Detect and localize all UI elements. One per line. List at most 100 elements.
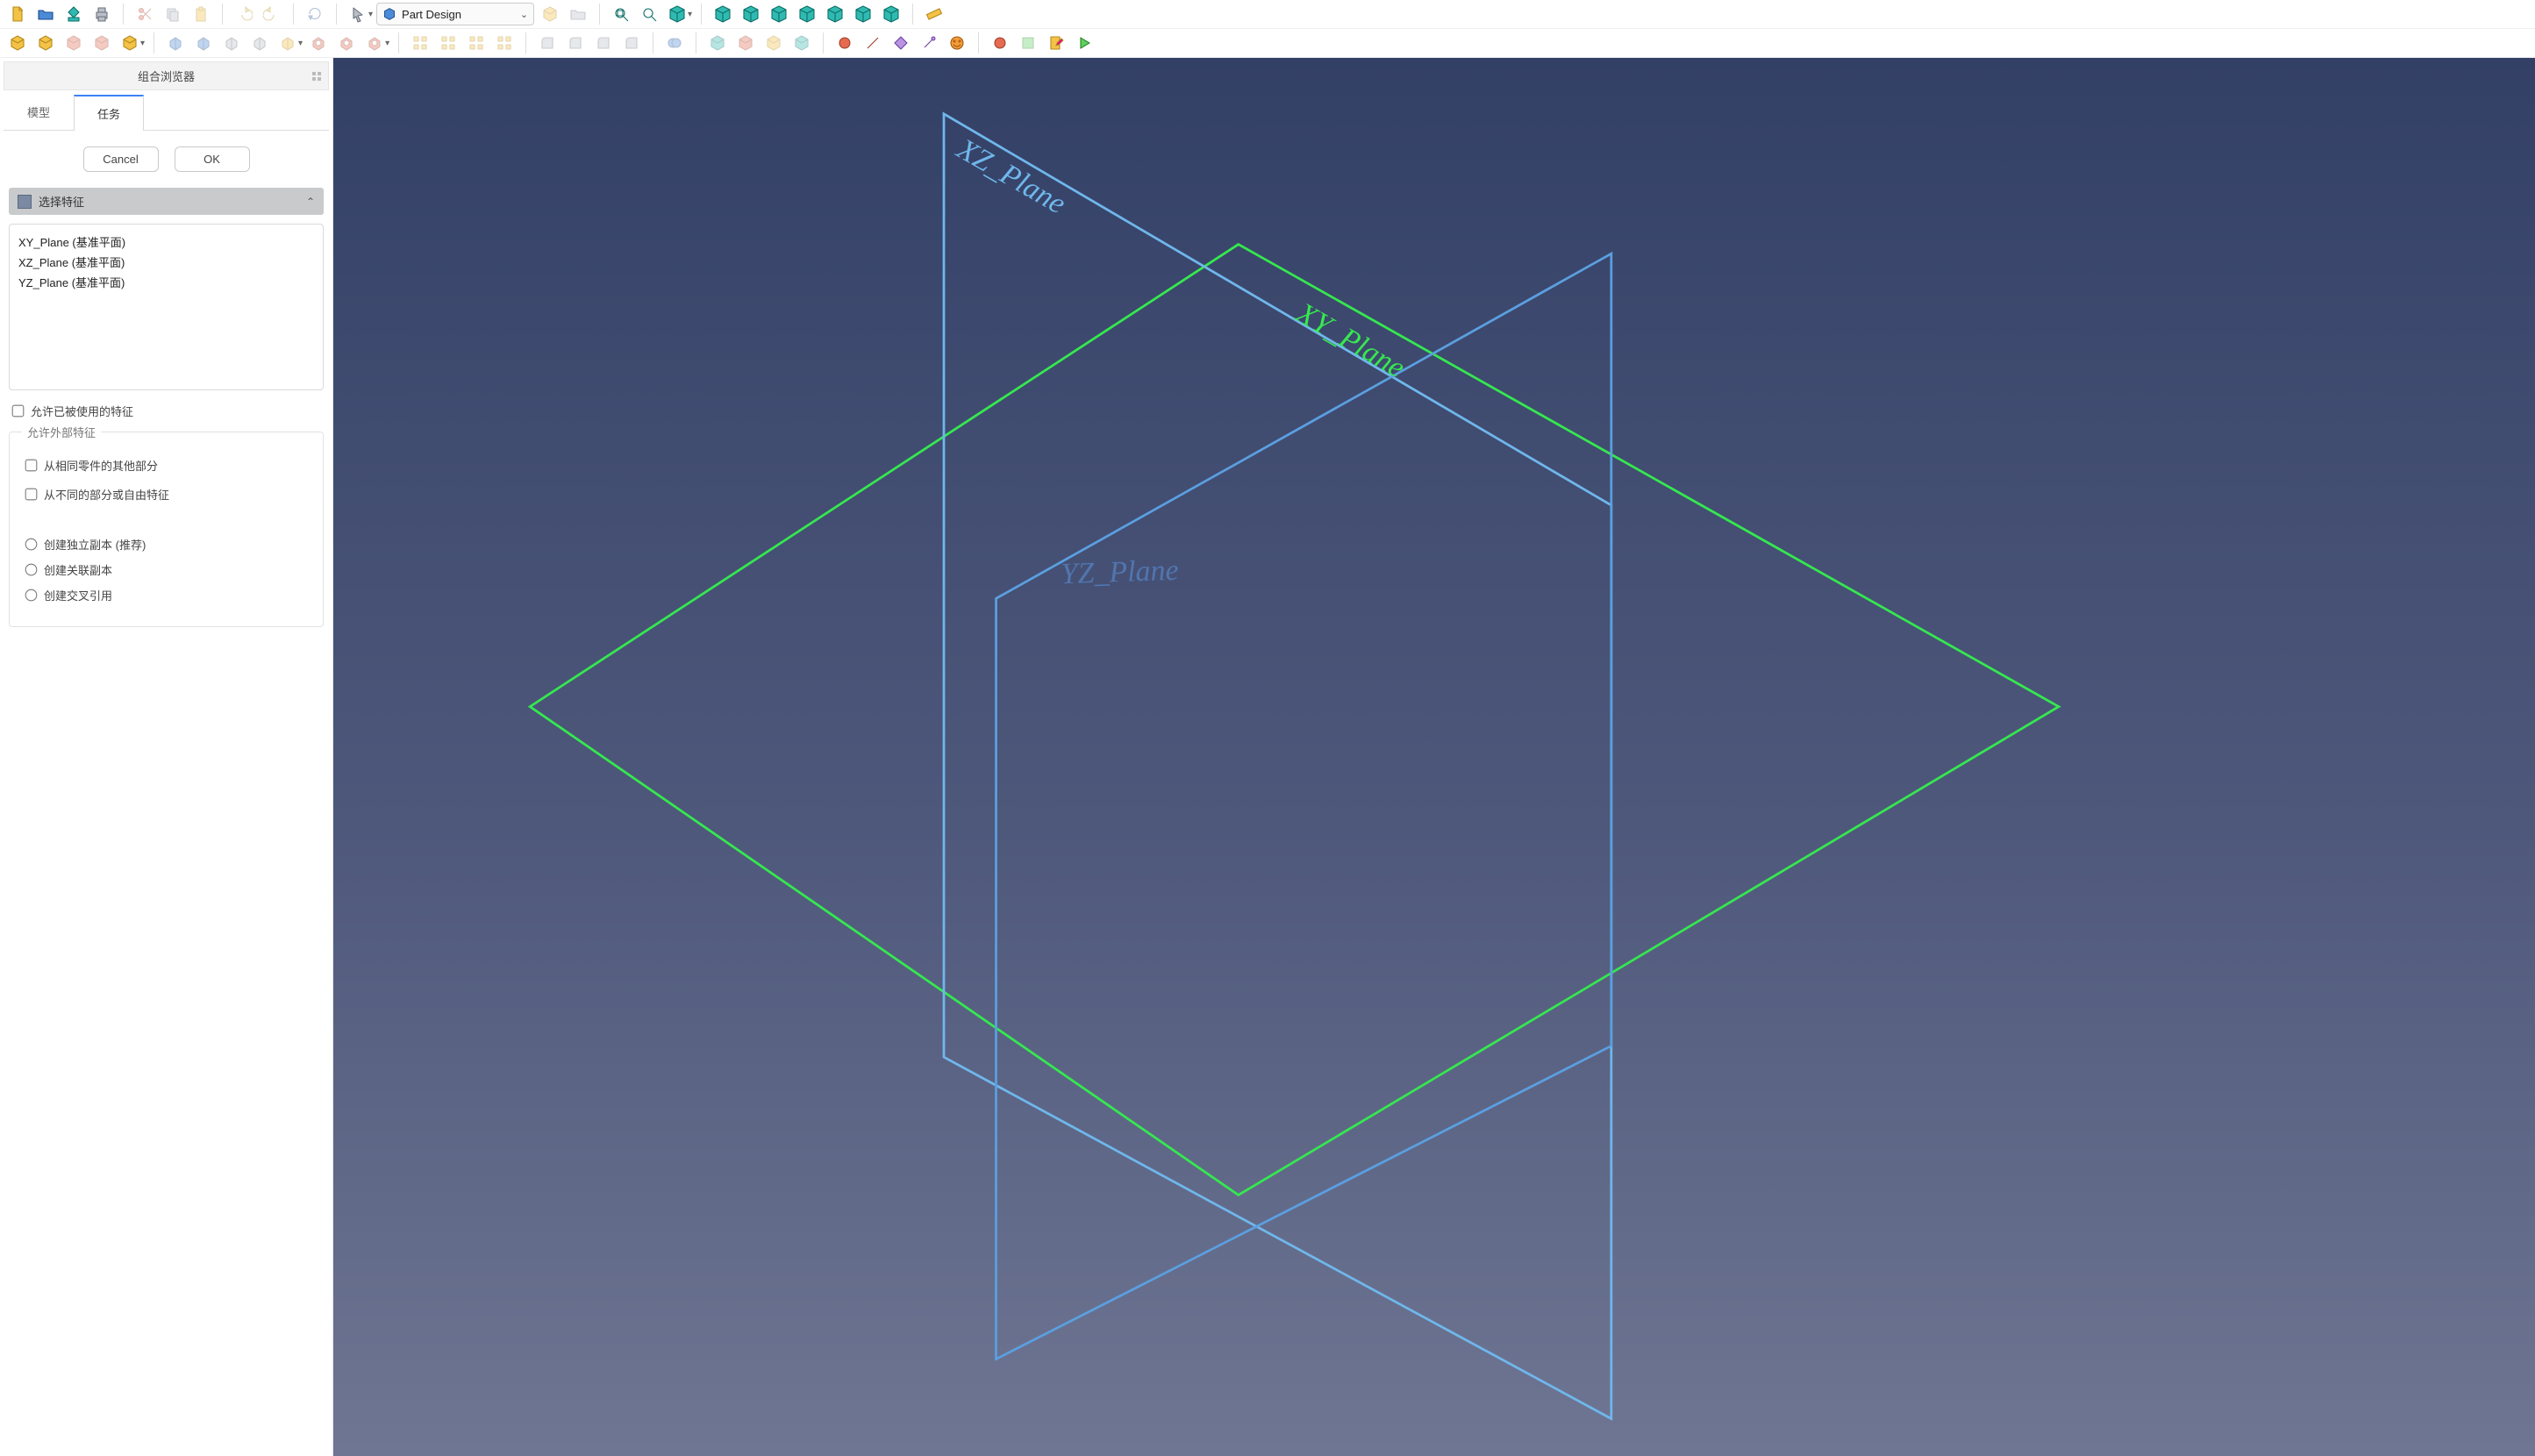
fit-all-icon[interactable] [609,2,633,26]
section-select-feature[interactable]: 选择特征 ⌃ [9,188,324,215]
isometric-icon[interactable] [665,2,689,26]
cross-reference-row[interactable]: 创建交叉引用 [25,587,307,603]
cancel-button[interactable]: Cancel [83,146,159,172]
from-same-part-checkbox[interactable] [25,460,38,472]
arrow-cursor-icon[interactable] [346,2,370,26]
loft-additive-icon [219,31,244,55]
measure-distance-icon[interactable] [922,2,946,26]
point-annot-icon[interactable] [832,31,857,55]
thickness-icon [619,31,644,55]
front-view-icon[interactable] [711,2,735,26]
fillet-icon [535,31,560,55]
yz-plane-label: YZ_Plane [1060,554,1179,591]
task-body: Cancel OK 选择特征 ⌃ XY_Plane (基准平面)XZ_Plane… [0,131,332,1456]
workbench-icon [382,7,396,21]
from-same-part-row[interactable]: 从相同零件的其他部分 [25,457,307,474]
undo-icon [232,2,256,26]
from-diff-part-label: 从不同的部分或自由特征 [44,486,169,503]
toolbar-separator [293,4,294,25]
pad-icon [163,31,188,55]
list-item[interactable]: XZ_Plane (基准平面) [15,252,318,272]
allow-used-features-checkbox[interactable] [12,405,25,418]
chevron-down-icon: ⌄ [520,9,528,20]
chamfer-icon [563,31,588,55]
dropdown-caret-icon[interactable]: ▾ [688,10,692,19]
tab-task[interactable]: 任务 [74,95,144,131]
ok-button[interactable]: OK [175,146,250,172]
panel-title: 组合浏览器 [138,68,195,84]
redo-icon [260,2,284,26]
viewport-svg: XZ_Plane XY_Plane YZ_Plane [333,58,2535,1456]
xy-plane-label: XY_Plane [1289,296,1410,384]
macros-icon[interactable] [1044,31,1068,55]
independent-copy-radio[interactable] [25,539,38,551]
dropdown-caret-icon[interactable]: ▾ [368,10,373,19]
face-icon[interactable] [945,31,969,55]
viewport-3d[interactable]: XZ_Plane XY_Plane YZ_Plane [333,58,2535,1456]
list-item[interactable]: XY_Plane (基准平面) [15,232,318,252]
associative-copy-radio[interactable] [25,564,38,576]
linear-pattern-icon [436,31,461,55]
hole-icon [334,31,359,55]
main-area: 组合浏览器 模型 任务 Cancel OK 选择特征 ⌃ XY_Plane (基… [0,58,2535,1456]
panel-layout-icon[interactable] [312,72,321,81]
line-annot-icon[interactable] [860,31,885,55]
open-file-icon[interactable] [33,2,58,26]
map-sketch-icon [89,31,114,55]
paste-icon [189,2,213,26]
toolbar-separator [701,4,702,25]
axo-view-icon[interactable] [879,2,903,26]
toolbar-separator [599,4,600,25]
panel-tabbar: 模型 任务 [4,94,329,131]
create-sketch-icon[interactable] [33,31,58,55]
external-features-group: 允许外部特征 从相同零件的其他部分 从不同的部分或自由特征 创建独立副本 (推荐… [9,432,324,627]
panel-title-bar: 组合浏览器 [4,61,329,90]
datum-point-icon [705,31,730,55]
run-macro-icon[interactable] [1072,31,1096,55]
rear-view-icon[interactable] [795,2,819,26]
side-panel: 组合浏览器 模型 任务 Cancel OK 选择特征 ⌃ XY_Plane (基… [0,58,333,1456]
independent-copy-row[interactable]: 创建独立副本 (推荐) [25,536,307,553]
from-same-part-label: 从相同零件的其他部分 [44,457,158,474]
associative-copy-row[interactable]: 创建关联副本 [25,561,307,578]
fit-selection-icon[interactable] [637,2,661,26]
from-diff-part-row[interactable]: 从不同的部分或自由特征 [25,486,307,503]
record-macro-icon[interactable] [988,31,1012,55]
boolean-icon [662,31,687,55]
cut-icon [132,2,157,26]
allow-used-features-row[interactable]: 允许已被使用的特征 [12,403,320,419]
section-title: 选择特征 [39,193,84,210]
link-folder-icon [566,2,590,26]
toolbar-separator [978,32,979,54]
stop-macro-icon [1016,31,1040,55]
link-group-icon [538,2,562,26]
wand-icon[interactable] [917,31,941,55]
print-icon[interactable] [89,2,114,26]
refresh-icon [303,2,327,26]
feature-listbox[interactable]: XY_Plane (基准平面)XZ_Plane (基准平面)YZ_Plane (… [9,224,324,390]
from-diff-part-checkbox[interactable] [25,489,38,501]
diamond-annot-icon[interactable] [889,31,913,55]
revolution-icon [191,31,216,55]
toolbar-separator [336,4,337,25]
cross-reference-radio[interactable] [25,589,38,602]
tab-model[interactable]: 模型 [4,94,74,130]
datum-line-icon [733,31,758,55]
validate-sketch-icon[interactable] [118,31,142,55]
dropdown-caret-icon[interactable]: ▾ [140,39,145,48]
top-view-icon[interactable] [739,2,763,26]
xy-plane-wire [530,245,2059,1195]
polar-pattern-icon [464,31,489,55]
allow-used-features-label: 允许已被使用的特征 [31,403,133,419]
workbench-selector[interactable]: Part Design⌄ [376,3,534,25]
right-view-icon[interactable] [767,2,791,26]
new-file-icon[interactable] [5,2,30,26]
create-body-icon[interactable] [5,31,30,55]
toolbar-separator [398,32,399,54]
xz-plane-label: XZ_Plane [950,132,1071,220]
save-file-icon[interactable] [61,2,86,26]
bottom-view-icon[interactable] [823,2,847,26]
list-item[interactable]: YZ_Plane (基准平面) [15,272,318,292]
sweep-additive-icon [247,31,272,55]
left-view-icon[interactable] [851,2,875,26]
